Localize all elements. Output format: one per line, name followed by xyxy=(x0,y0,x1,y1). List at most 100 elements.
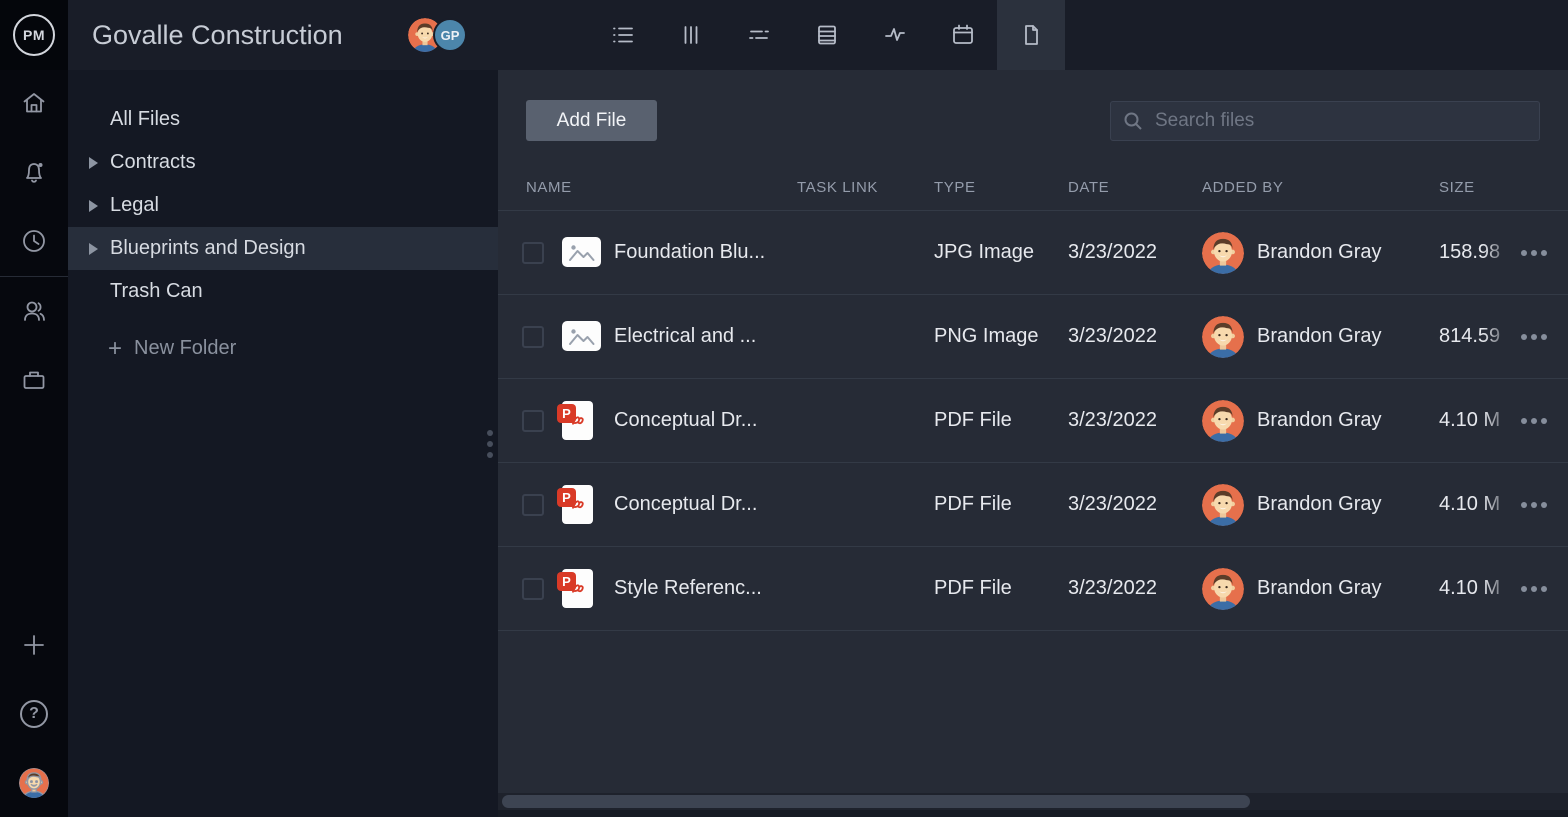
add-file-button[interactable]: Add File xyxy=(526,100,657,141)
user-avatar xyxy=(1202,232,1244,274)
user-name: Brandon Gray xyxy=(1257,577,1382,600)
type-cell: PDF File xyxy=(934,493,1068,516)
home-icon xyxy=(20,89,48,117)
tab-files-view[interactable] xyxy=(997,0,1065,70)
added-by-cell: Brandon Gray xyxy=(1202,568,1439,610)
chevron-right-icon[interactable] xyxy=(89,157,98,169)
nav-team[interactable] xyxy=(0,297,68,325)
col-header-type[interactable]: TYPE xyxy=(934,179,1068,196)
nav-notifications[interactable] xyxy=(0,158,68,186)
user-name: Brandon Gray xyxy=(1257,493,1382,516)
pdf-file-icon: P xyxy=(562,485,593,524)
user-name: Brandon Gray xyxy=(1257,241,1382,264)
row-checkbox[interactable] xyxy=(522,410,544,432)
activity-icon xyxy=(882,22,908,48)
search-input[interactable] xyxy=(1155,110,1527,132)
folder-label: Trash Can xyxy=(110,280,203,303)
chevron-right-icon[interactable] xyxy=(89,200,98,212)
app-window: PM Govalle Construction GP xyxy=(0,0,1568,817)
help-icon: ? xyxy=(20,700,48,728)
plus-icon xyxy=(20,631,48,659)
nav-home[interactable] xyxy=(0,89,68,117)
row-menu-button[interactable] xyxy=(1519,244,1549,262)
top-bar: PM Govalle Construction GP xyxy=(0,0,1568,70)
pdf-file-icon: P xyxy=(562,569,593,608)
table-row[interactable]: P Conceptual Dr... PDF File 3/23/2022 Br… xyxy=(498,379,1568,463)
search-box[interactable] xyxy=(1110,101,1540,141)
row-checkbox[interactable] xyxy=(522,494,544,516)
col-header-date[interactable]: DATE xyxy=(1068,179,1202,196)
image-file-icon xyxy=(562,321,601,351)
size-cell: 4.10 M xyxy=(1439,577,1519,600)
row-menu-button[interactable] xyxy=(1519,328,1549,346)
col-header-name[interactable]: NAME xyxy=(526,179,797,196)
app-logo[interactable]: PM xyxy=(0,0,68,70)
folder-all-files[interactable]: All Files xyxy=(68,98,498,141)
tab-list-view[interactable] xyxy=(589,0,657,70)
tab-activity-view[interactable] xyxy=(861,0,929,70)
sheet-icon xyxy=(814,22,840,48)
user-avatar xyxy=(1202,400,1244,442)
tab-sheet-view[interactable] xyxy=(793,0,861,70)
file-name[interactable]: Style Referenc... xyxy=(614,577,797,600)
nav-portfolio[interactable] xyxy=(0,366,68,394)
size-cell: 158.98 xyxy=(1439,241,1519,264)
nav-help[interactable]: ? xyxy=(0,700,68,728)
tab-board-view[interactable] xyxy=(657,0,725,70)
user-name: Brandon Gray xyxy=(1257,325,1382,348)
date-cell: 3/23/2022 xyxy=(1068,409,1202,432)
col-header-added-by[interactable]: ADDED BY xyxy=(1202,179,1439,196)
added-by-cell: Brandon Gray xyxy=(1202,232,1439,274)
tab-gantt-view[interactable] xyxy=(725,0,793,70)
nav-add[interactable] xyxy=(0,631,68,659)
horizontal-scrollbar-thumb[interactable] xyxy=(502,795,1250,808)
project-members[interactable]: GP xyxy=(408,18,467,52)
files-icon xyxy=(1018,22,1044,48)
type-cell: PDF File xyxy=(934,409,1068,432)
horizontal-scrollbar-track[interactable] xyxy=(498,793,1568,810)
table-row[interactable]: P Style Referenc... PDF File 3/23/2022 B… xyxy=(498,547,1568,631)
sidebar-resize-handle[interactable] xyxy=(484,430,496,458)
gantt-icon xyxy=(746,22,772,48)
user-avatar xyxy=(1202,484,1244,526)
row-menu-button[interactable] xyxy=(1519,496,1549,514)
chevron-right-icon[interactable] xyxy=(89,243,98,255)
pm-logo-icon: PM xyxy=(13,14,55,56)
row-checkbox[interactable] xyxy=(522,242,544,264)
table-row[interactable]: Foundation Blu... JPG Image 3/23/2022 Br… xyxy=(498,211,1568,295)
col-header-task-link[interactable]: TASK LINK xyxy=(797,179,934,196)
file-name[interactable]: Conceptual Dr... xyxy=(614,493,797,516)
rail-divider xyxy=(0,276,68,277)
file-name[interactable]: Conceptual Dr... xyxy=(614,409,797,432)
row-checkbox[interactable] xyxy=(522,326,544,348)
member-badge[interactable]: GP xyxy=(433,18,467,52)
row-menu-button[interactable] xyxy=(1519,412,1549,430)
plus-icon: + xyxy=(108,337,122,361)
row-checkbox[interactable] xyxy=(522,578,544,600)
calendar-icon xyxy=(950,22,976,48)
file-name[interactable]: Foundation Blu... xyxy=(614,241,797,264)
file-table: Foundation Blu... JPG Image 3/23/2022 Br… xyxy=(498,211,1568,631)
added-by-cell: Brandon Gray xyxy=(1202,484,1439,526)
nav-rail: ? xyxy=(0,70,68,817)
folder-blueprints-and-design[interactable]: Blueprints and Design xyxy=(68,227,498,270)
table-row[interactable]: Electrical and ... PNG Image 3/23/2022 B… xyxy=(498,295,1568,379)
nav-profile[interactable] xyxy=(0,769,68,797)
file-name[interactable]: Electrical and ... xyxy=(614,325,797,348)
table-row[interactable]: P Conceptual Dr... PDF File 3/23/2022 Br… xyxy=(498,463,1568,547)
folder-contracts[interactable]: Contracts xyxy=(68,141,498,184)
folder-trash-can[interactable]: Trash Can xyxy=(68,270,498,313)
new-folder-label: New Folder xyxy=(134,337,236,360)
new-folder-button[interactable]: + New Folder xyxy=(68,327,498,370)
size-cell: 4.10 M xyxy=(1439,493,1519,516)
col-header-size[interactable]: SIZE xyxy=(1439,179,1568,196)
folder-label: Blueprints and Design xyxy=(110,237,306,260)
date-cell: 3/23/2022 xyxy=(1068,493,1202,516)
image-file-icon xyxy=(562,237,601,267)
user-name: Brandon Gray xyxy=(1257,409,1382,432)
nav-recent[interactable] xyxy=(0,227,68,255)
tab-calendar-view[interactable] xyxy=(929,0,997,70)
folder-legal[interactable]: Legal xyxy=(68,184,498,227)
row-menu-button[interactable] xyxy=(1519,580,1549,598)
type-cell: PNG Image xyxy=(934,325,1068,348)
